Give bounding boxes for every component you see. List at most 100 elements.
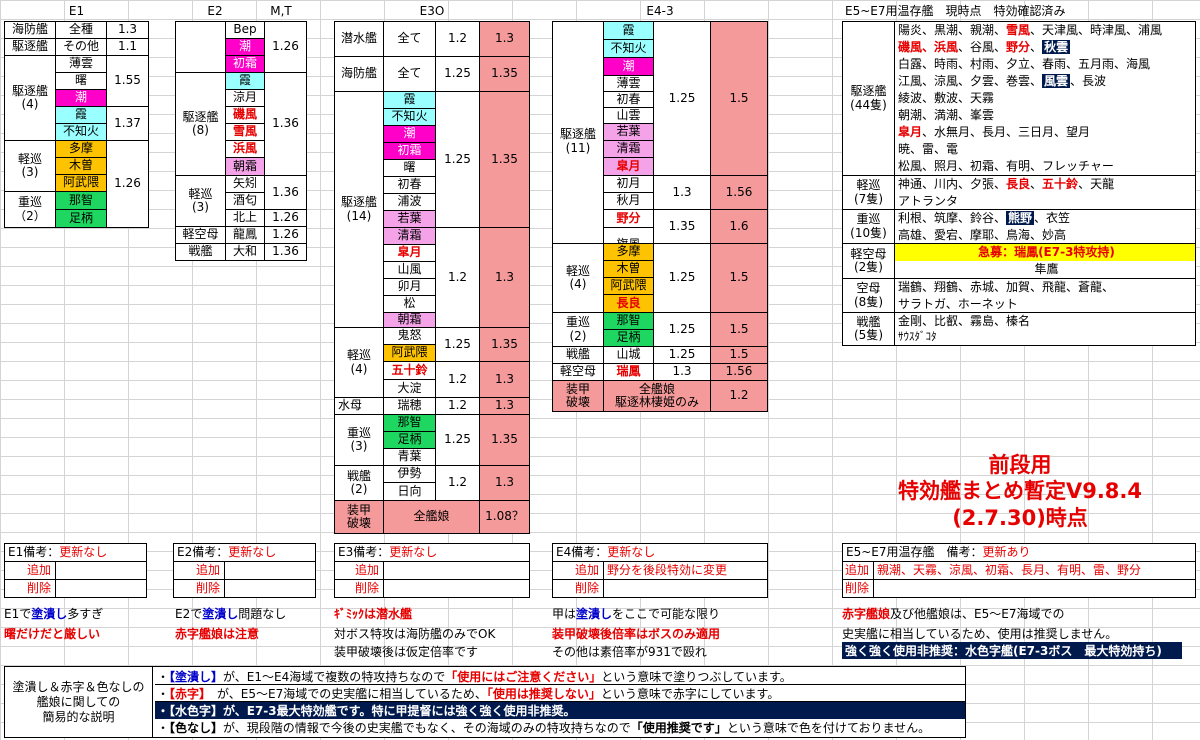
e5-cl-list: 神通、川内、夕張、長良、五十鈴、天龍 アトランタ xyxy=(894,175,1196,210)
e3-mult: 1.2 xyxy=(435,227,480,328)
e2-mult: 1.26 xyxy=(264,226,307,244)
e1-ship: 足柄 xyxy=(55,209,107,228)
legend-line-red: ・【赤字】 が、E5～E7海域での史実艦に相当しているため、「使用は推奨しない」… xyxy=(155,685,965,702)
e1-ship: 曙 xyxy=(55,72,107,90)
e1-table: E1 海防艦 全種 1.3 駆逐艦 その他 1.1 駆逐艦 (4) 薄雲 曙 潮… xyxy=(4,2,149,228)
e4-armor-mult: 1.2 xyxy=(710,380,768,412)
e3-add-value[interactable] xyxy=(383,561,530,580)
e4-mult: 1.25 xyxy=(653,243,711,313)
del-label: 削除 xyxy=(173,579,225,598)
e5-title: E5~E7用温存艦 現時点 特効確認済み xyxy=(845,3,1066,18)
e4-del-value[interactable] xyxy=(603,579,768,598)
e3-ship: 初霜 xyxy=(383,142,436,160)
e1-del-value[interactable] xyxy=(55,579,147,598)
e3-ship: 初春 xyxy=(383,176,436,194)
e5-cv-list: 瑞鶴、翔鶴、赤城、加賀、飛龍、蒼龍、 サラトガ、ホーネット xyxy=(894,278,1196,313)
e2-ship: 浜風 xyxy=(225,140,265,158)
e4-mult: 1.5 xyxy=(710,312,768,347)
legend-line-none: ・【色なし】が、現段階の情報で今後の史実艦でもなく、その海域のみの特攻持ちなので… xyxy=(157,721,931,735)
e2-add-value[interactable] xyxy=(224,561,316,580)
e2-memo: 赤字艦娘は注意 xyxy=(175,627,260,641)
e2-mult: 1.36 xyxy=(264,72,307,176)
e3-type-ca: 重巡 (3) xyxy=(334,414,384,466)
e1-add-value[interactable] xyxy=(55,561,147,580)
e3-type-bb: 戦艦 (2) xyxy=(334,465,384,501)
e4-mult: 1.5 xyxy=(710,346,768,364)
e4-ship: 霞 xyxy=(603,21,654,40)
e2-ship: 大和 xyxy=(225,243,265,261)
e4-ship: 阿武隈 xyxy=(603,277,654,295)
e2-ship: 北上 xyxy=(225,209,265,227)
e5-dd-line: 松風、照月、初霜、有明、フレッチャー xyxy=(898,159,1114,173)
add-label: 追加 xyxy=(4,561,56,580)
e2-mt-header: M,T xyxy=(270,3,292,18)
del-label: 削除 xyxy=(334,579,384,598)
e1-notes-head: E1備考： 更新なし xyxy=(4,543,147,562)
e3-mult: 1.25 xyxy=(435,91,480,228)
e3-mult: 1.2 xyxy=(435,465,480,501)
e3-ship: 五十鈴 xyxy=(383,361,436,380)
e4-ship: 野分 xyxy=(603,209,654,228)
e4-mult: 1.25 xyxy=(653,312,711,347)
e5-memo: 史実艦に相当しているため、使用は推奨しません。 xyxy=(842,627,1118,641)
e4-ship: 瑞鳳 xyxy=(603,363,654,381)
e2-ship: 潮 xyxy=(225,38,265,56)
e4-notes: E4備考： 更新なし 追加 野分を後段特効に変更 削除 xyxy=(552,543,768,598)
e2-type-cl: 軽巡 (3) xyxy=(175,175,226,227)
e2-memo: E2で塗潰し問題なし xyxy=(175,607,287,621)
e1-type-dd: 駆逐艦 xyxy=(4,38,56,56)
banner-line: 前段用 xyxy=(988,453,1052,477)
e4-notes-head: E4備考： 更新なし xyxy=(552,543,768,562)
e2-title: E2 xyxy=(207,3,223,18)
e5-del-value[interactable] xyxy=(873,579,1196,598)
e3-mult: 1.2 xyxy=(435,21,480,57)
e3-ship: 不知火 xyxy=(383,108,436,126)
e3-mult: 1.35 xyxy=(479,56,530,92)
e3-memo: 対ボス特攻は海防艦のみでOK xyxy=(334,627,496,641)
e5-dd-line: 陽炎、黒潮、親潮、雪風、天津風、時津風、浦風 xyxy=(898,23,1163,37)
e3-ship: 霞 xyxy=(383,91,436,109)
e5-dd-list: 陽炎、黒潮、親潮、雪風、天津風、時津風、浦風 磯風、浜風、谷風、野分、 秋雲 白露… xyxy=(894,21,1196,176)
e4-ship: 初月 xyxy=(603,175,654,193)
e3-type-de: 海防艦 xyxy=(334,56,384,92)
e2-mult: 1.26 xyxy=(264,209,307,227)
legend-line-fill: ・【塗潰し】が、E1～E4海域で複数の特攻持ちなので「使用にはご注意ください」と… xyxy=(155,668,965,685)
e4-mult: 1.56 xyxy=(710,175,768,210)
e2-ship: Bep xyxy=(225,21,265,39)
e5-type-ca: 重巡 (10隻) xyxy=(842,209,895,244)
e4-mult: 1.5 xyxy=(710,243,768,313)
e4-ship: 皐月 xyxy=(603,157,654,176)
e3-del-value[interactable] xyxy=(383,579,530,598)
e5-bb-line: 金剛、比叡、霧島、榛名 xyxy=(898,314,1031,328)
e4-ship: 若葉 xyxy=(603,123,654,141)
e5-dd-line: 暁、雷、電 xyxy=(898,142,959,156)
e4-mult: 1.5 xyxy=(710,21,768,176)
e3-ship: 山風 xyxy=(383,261,436,279)
e3-ship: 伊勢 xyxy=(383,465,436,483)
e3-ship: 青葉 xyxy=(383,448,436,466)
e4-armor-label: 装甲 破壊 xyxy=(552,380,604,412)
e4-memo: 甲は塗潰しをここで可能な限り xyxy=(552,607,721,621)
e2-ship: 磯風 xyxy=(225,106,265,124)
e5-cv-line: サラトガ、ホーネット xyxy=(898,297,1018,311)
e1-mult: 1.37 xyxy=(106,106,149,141)
e5-bb-line: ｻｳｽﾀﾞｺﾀ xyxy=(898,330,937,343)
e2-ship: 雪風 xyxy=(225,123,265,141)
e5-dd-line: 朝潮、満潮、峯雲 xyxy=(898,108,995,122)
e2-del-value[interactable] xyxy=(224,579,316,598)
legend-box: 塗潰し＆赤字＆色なしの 艦娘に関しての 簡易的な説明 ・【塗潰し】が、E1～E4… xyxy=(4,666,966,738)
e1-mult-de: 1.3 xyxy=(106,21,149,39)
e1-type-dd4: 駆逐艦 (4) xyxy=(4,55,56,141)
e5-add-value[interactable]: 親潮、天霧、涼風、初霜、長月、有明、雷、野分 xyxy=(873,561,1196,580)
e3-table: E3O 潜水艦 全て 1.2 1.3 海防艦 全て 1.25 1.35 駆逐艦 … xyxy=(334,2,530,534)
e3-mult: 1.25 xyxy=(435,414,480,466)
e1-memo: 曙だけだと厳しい xyxy=(4,627,101,641)
e4-ship: 清霜 xyxy=(603,140,654,158)
e4-add-value[interactable]: 野分を後段特効に変更 xyxy=(603,561,768,580)
e4-ship: 初春 xyxy=(603,91,654,108)
legend-label: 塗潰し＆赤字＆色なしの 艦娘に関しての 簡易的な説明 xyxy=(5,667,153,737)
e4-mult: 1.6 xyxy=(710,209,768,244)
e2-empty xyxy=(175,21,226,73)
e2-ship: 矢矧 xyxy=(225,175,265,193)
e2-ship: 霞 xyxy=(225,72,265,90)
